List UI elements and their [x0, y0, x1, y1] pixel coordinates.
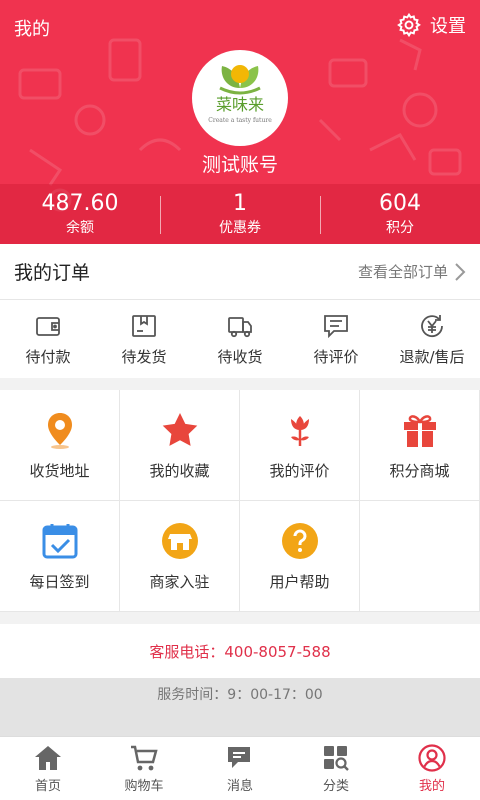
grid-item-points-mall[interactable]: 积分商城 — [360, 390, 480, 501]
grid-item-daily-checkin[interactable]: 每日签到 — [0, 501, 120, 612]
home-icon — [35, 746, 61, 770]
grid-item-favorites[interactable]: 我的收藏 — [120, 390, 240, 501]
service-hours: 服务时间：9：00-17：00 — [0, 678, 480, 736]
bottom-nav: 首页 购物车 消息 分类 我的 — [0, 736, 480, 800]
truck-icon — [228, 316, 252, 337]
grid-item-label: 商家入驻 — [149, 572, 210, 591]
nav-home[interactable]: 首页 — [0, 737, 96, 800]
app-screen: 我的 设置 菜味来 Create a tasty future 测试账号 487… — [0, 0, 480, 800]
grid-item-label: 我的评价 — [269, 461, 330, 480]
order-item-label: 待发货 — [121, 347, 167, 366]
nav-profile[interactable]: 我的 — [384, 737, 480, 800]
chevron-right-icon — [455, 262, 466, 281]
nav-cart[interactable]: 购物车 — [96, 737, 192, 800]
stat-label: 余额 — [66, 220, 94, 236]
order-refund[interactable]: 退款/售后 — [384, 300, 480, 378]
brand-logo: 菜味来 Create a tasty future — [208, 65, 272, 124]
wallet-icon — [36, 316, 60, 336]
nav-category[interactable]: 分类 — [288, 737, 384, 800]
star-icon — [162, 412, 197, 446]
orders-title: 我的订单 — [14, 262, 91, 284]
grid-item-label: 每日签到 — [29, 572, 90, 591]
orders-section: 我的订单 查看全部订单 待付款 待发货 待收货 待评价 退款/售后 — [0, 244, 480, 378]
box-icon — [132, 314, 156, 337]
grid-item-label: 收货地址 — [29, 461, 90, 480]
grid-item-merchant-join[interactable]: 商家入驻 — [120, 501, 240, 612]
order-pending-receipt[interactable]: 待收货 — [192, 300, 288, 378]
nav-messages[interactable]: 消息 — [192, 737, 288, 800]
stat-value: 1 — [233, 191, 247, 216]
category-icon — [324, 746, 349, 771]
grid-item-reviews[interactable]: 我的评价 — [240, 390, 360, 501]
order-status-row: 待付款 待发货 待收货 待评价 退款/售后 — [0, 300, 480, 378]
stat-points[interactable]: 604 积分 — [320, 184, 480, 244]
avatar[interactable]: 菜味来 Create a tasty future — [192, 50, 288, 146]
comment-icon — [324, 314, 348, 338]
refund-icon — [421, 314, 443, 337]
message-icon — [228, 747, 250, 768]
view-all-label: 查看全部订单 — [357, 263, 448, 281]
profile-header: 我的 设置 菜味来 Create a tasty future 测试账号 487… — [0, 0, 480, 244]
tulip-icon — [290, 415, 309, 446]
nav-label: 分类 — [322, 779, 349, 794]
nav-label: 消息 — [226, 779, 253, 794]
order-pending-payment[interactable]: 待付款 — [0, 300, 96, 378]
stat-balance[interactable]: 487.60 余额 — [0, 184, 160, 244]
settings-label: 设置 — [430, 16, 466, 37]
stat-label: 积分 — [386, 220, 414, 236]
order-pending-review[interactable]: 待评价 — [288, 300, 384, 378]
nav-label: 我的 — [418, 779, 445, 794]
location-pin-icon — [47, 412, 72, 449]
cart-icon — [131, 745, 158, 771]
page-title: 我的 — [14, 19, 50, 40]
nav-label: 购物车 — [124, 779, 164, 794]
help-icon — [281, 522, 318, 559]
view-all-orders-link[interactable]: 查看全部订单 — [358, 261, 466, 282]
stat-value: 487.60 — [41, 191, 119, 216]
svg-text:Create a tasty future: Create a tasty future — [208, 117, 272, 124]
order-item-label: 待收货 — [217, 347, 263, 366]
account-name: 测试账号 — [201, 154, 278, 176]
grid-empty-cell — [360, 501, 480, 612]
grid-item-label: 用户帮助 — [269, 572, 330, 591]
grid-item-address[interactable]: 收货地址 — [0, 390, 120, 501]
grid-item-label: 我的收藏 — [149, 461, 210, 480]
order-pending-shipment[interactable]: 待发货 — [96, 300, 192, 378]
nav-label: 首页 — [34, 779, 61, 794]
calendar-check-icon — [42, 523, 77, 558]
orders-header: 我的订单 查看全部订单 — [0, 244, 480, 300]
profile-icon — [418, 744, 446, 772]
stats-bar: 487.60 余额 1 优惠券 604 积分 — [0, 184, 480, 244]
customer-service-phone[interactable]: 客服电话：400-8057-588 — [0, 624, 480, 678]
grid-item-label: 积分商城 — [389, 461, 450, 480]
settings-button[interactable]: 设置 — [396, 12, 466, 38]
order-item-label: 待评价 — [313, 347, 359, 366]
grid-item-help[interactable]: 用户帮助 — [240, 501, 360, 612]
stat-coupons[interactable]: 1 优惠券 — [160, 184, 320, 244]
stat-value: 604 — [379, 191, 421, 216]
gear-icon — [397, 12, 421, 38]
order-item-label: 待付款 — [25, 347, 71, 366]
store-icon — [161, 522, 198, 559]
feature-grid: 收货地址 我的收藏 我的评价 积分商城 每日签到 商家入驻 用户帮助 — [0, 390, 480, 612]
svg-text:菜味来: 菜味来 — [216, 95, 264, 114]
order-item-label: 退款/售后 — [399, 347, 465, 366]
stat-label: 优惠券 — [219, 220, 261, 236]
gift-icon — [403, 414, 436, 447]
